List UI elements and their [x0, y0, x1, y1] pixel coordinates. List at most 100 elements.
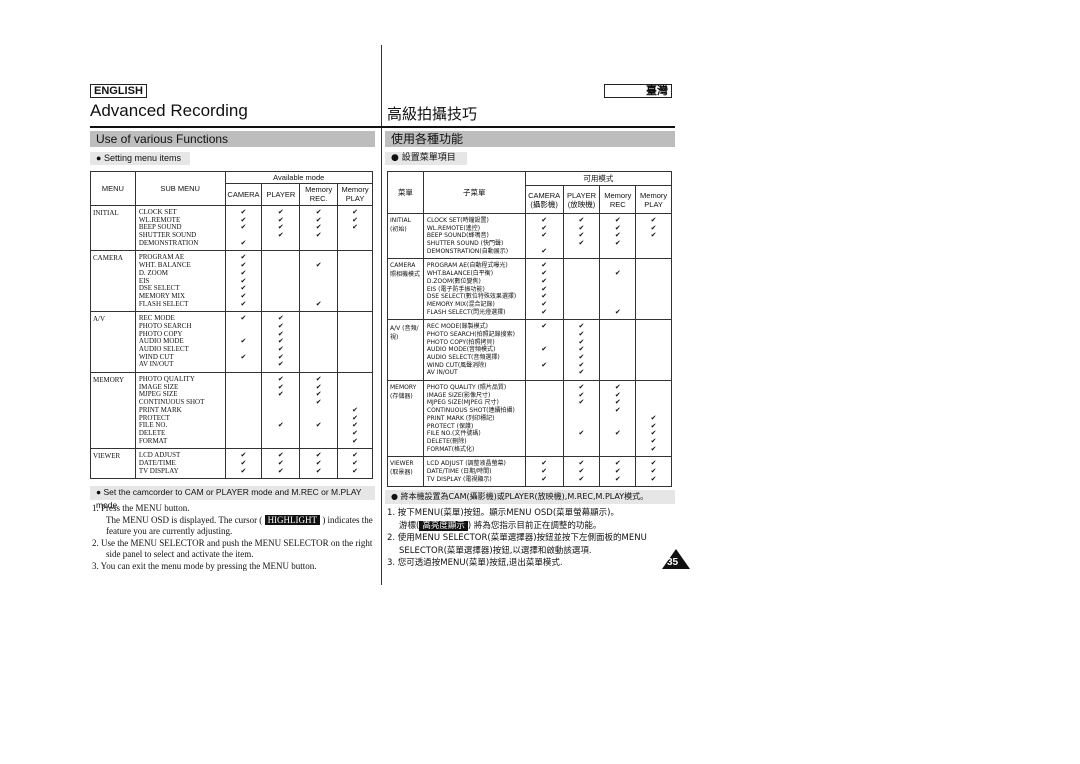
empty-mark [564, 278, 600, 286]
mode-availability-cell: ✔ ✔ [599, 258, 637, 321]
check-icon: ✔ [614, 474, 621, 483]
check-icon: ✔ [240, 314, 247, 323]
instructions-zh: 1. 按下MENU(菜單)按鈕。顯示MENU OSD(菜單螢幕顯示)。 游標(高… [387, 507, 677, 570]
menu-group-row: A/V (音頻/視) REC MODE(錄製模式) PHOTO SEARCH(拍照記… [387, 319, 672, 382]
empty-mark [526, 331, 563, 339]
submenu-item: LCD ADJUST (調整液晶螢幕) [426, 460, 506, 468]
empty-mark [526, 384, 563, 392]
mode-availability-cell: ✔ ✔ ✔ ✔ ✔ ✔ ✔ [261, 311, 301, 374]
empty-mark [526, 369, 563, 377]
check-icon: ✔ [352, 436, 358, 445]
submenu-item: D. ZOOM [138, 268, 168, 277]
empty-mark [262, 240, 299, 248]
empty-mark [338, 262, 372, 270]
check-icon: ✔ [352, 466, 358, 475]
empty-mark [338, 323, 372, 331]
empty-mark [226, 376, 262, 384]
check-icon: ✔ [277, 360, 284, 369]
empty-mark [226, 399, 262, 407]
check-icon: ✔ [650, 474, 657, 483]
empty-mark [564, 407, 600, 415]
submenu-item: DELETE(刪除) [426, 437, 467, 445]
mode-availability-cell: ✔ ✔ ✔ ✔ [299, 204, 339, 252]
empty-mark [338, 301, 372, 309]
empty-mark [226, 323, 262, 331]
mode-availability-cell: ✔ ✔ ✔ [261, 448, 301, 480]
empty-mark [300, 278, 337, 286]
empty-mark [262, 430, 299, 438]
menu-name: CAMERA 照相機模式 [387, 258, 424, 321]
check-icon: ✔ [578, 368, 585, 377]
check-icon: ✔ [277, 466, 284, 475]
empty-mark [526, 423, 563, 431]
mode-header: Memory PLAY [337, 182, 373, 207]
submenu-item: AUDIO MODE(音頻模式) [426, 346, 496, 354]
empty-mark [300, 346, 337, 354]
mode-availability-cell: ✔ ✔ ✔ ✔ ✔ ✔ ✔ [524, 258, 564, 321]
empty-mark [338, 361, 372, 369]
mode-availability-cell: ✔ ✔ ✔ ✔ [599, 212, 637, 260]
step-2: 2. 使用MENU SELECTOR(菜單選擇器)按鈕並按下左側面板的MENU [387, 533, 647, 543]
mode-availability-cell: ✔ ✔ ✔ [524, 319, 564, 382]
empty-mark [262, 293, 299, 301]
submenu-list: LCD ADJUST (調整液晶螢幕) DATE/TIME (日期/時間) TV D… [422, 456, 526, 488]
empty-mark [300, 338, 337, 346]
step-1-detail: The MENU OSD is displayed. The cursor ( … [92, 514, 377, 527]
check-icon: ✔ [541, 322, 548, 331]
mode-availability-cell: ✔ ✔ ✔ [337, 448, 373, 480]
empty-mark [636, 346, 671, 354]
mode-availability-cell: ✔ ✔ ✔ ✔ ✔ ✔ ✔ [224, 250, 263, 313]
mode-availability-cell: ✔ ✔ ✔ [562, 456, 601, 488]
empty-mark [636, 286, 671, 294]
menu-name: VIEWER [90, 448, 136, 480]
mode-header: Memory PLAY [635, 185, 672, 214]
submenu-item: REC MODE(錄製模式) [426, 323, 488, 331]
check-icon: ✔ [614, 429, 621, 438]
empty-mark [226, 361, 262, 369]
empty-mark [262, 399, 299, 407]
mode-availability-cell: ✔ ✔ ✔ ✔ [224, 204, 263, 252]
mode-availability-cell: ✔ ✔ ✔ [299, 448, 339, 480]
empty-mark [564, 293, 600, 301]
empty-mark [636, 369, 671, 377]
empty-mark [338, 331, 372, 339]
empty-mark [262, 254, 299, 262]
step-2-detail: side panel to select and activate the it… [106, 549, 254, 559]
empty-mark [338, 240, 372, 248]
empty-mark [226, 422, 262, 430]
empty-mark [564, 446, 600, 454]
check-icon: ✔ [277, 421, 284, 430]
submenu-item: MJPEG SIZE(MJPEG 尺寸) [426, 399, 499, 407]
check-icon: ✔ [650, 231, 657, 240]
empty-mark [300, 285, 337, 293]
mode-availability-cell: ✔ ✔ ✔ [635, 212, 672, 260]
check-icon: ✔ [240, 352, 247, 361]
mode-availability-cell: ✔ ✔ ✔ ✔ ✔ ✔ ✔ [562, 319, 601, 382]
check-icon: ✔ [315, 231, 322, 240]
submenu-item: AV IN/OUT [138, 360, 174, 369]
submenu-list: PHOTO QUALITY IMAGE SIZE MJPEG SIZE CONTINU… [134, 372, 226, 450]
language-tab-taiwan: 臺灣 [604, 84, 672, 98]
submenu-list: PROGRAM AE WHT. BALANCE D. ZOOM EIS DSE SELE… [134, 250, 226, 313]
mode-availability-cell [599, 319, 637, 382]
submenu-item: WHT.BALANCE(白平衡) [426, 270, 494, 278]
menu-table-en: MENU SUB MENU Available mode CAMERA PLAYER Me… [90, 171, 373, 480]
check-icon: ✔ [578, 398, 585, 407]
mode-availability-cell: ✔ ✔ ✔ [337, 204, 373, 252]
submenu-item: PHOTO QUALITY (照片品質) [426, 384, 507, 392]
highlight-cursor: HIGHLIGHT [264, 514, 321, 525]
mode-header: PLAYER (放映機) [562, 185, 601, 214]
empty-mark [226, 391, 262, 399]
submenu-item: FILE NO.(文件號碼) [426, 430, 481, 438]
section-header-zh: 使用各種功能 [385, 131, 675, 147]
menu-name: MEMORY (存儲器) [387, 380, 424, 458]
menu-name: VIEWER (取景器) [387, 456, 424, 488]
empty-mark [636, 240, 671, 248]
subheading-zh: ● 設置菜單項目 [385, 152, 467, 165]
empty-mark [600, 446, 635, 454]
mode-availability-cell [337, 250, 373, 313]
empty-mark [636, 362, 671, 370]
check-icon: ✔ [315, 466, 322, 475]
empty-mark [636, 278, 671, 286]
submenu-item: PRINT MARK (列印標記) [426, 414, 495, 422]
